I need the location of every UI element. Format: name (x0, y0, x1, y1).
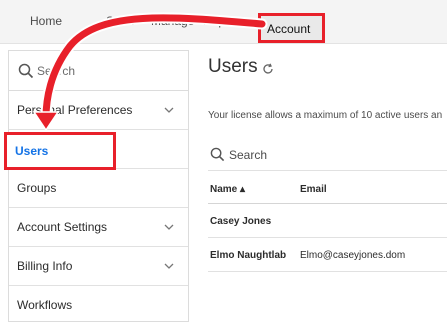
nav-reports[interactable]: Reports (203, 14, 245, 28)
column-header-name[interactable]: Name ▴ (210, 184, 245, 195)
sidebar-item-label: Personal Preferences (17, 103, 133, 117)
sidebar-item-users[interactable]: Users (4, 132, 116, 170)
refresh-icon[interactable] (262, 63, 274, 75)
license-notice: Your license allows a maximum of 10 acti… (208, 110, 443, 121)
nav-account[interactable]: Account (258, 13, 325, 43)
page-title: Users (208, 56, 258, 77)
users-search-label: Search (229, 148, 268, 162)
sidebar-item-label: Groups (17, 181, 57, 195)
nav-manage[interactable]: Manage (151, 14, 194, 28)
sidebar-item-groups[interactable]: Groups (9, 169, 188, 208)
sidebar-item-workflows[interactable]: Workflows (9, 286, 188, 322)
search-icon (18, 63, 34, 79)
chevron-down-icon (164, 107, 174, 113)
sidebar-search-label: Search (37, 64, 76, 78)
nav-send[interactable]: Send (106, 14, 134, 28)
user-name: Elmo Naughtlab (210, 250, 287, 261)
top-navigation: Home Send Manage Reports (0, 0, 447, 44)
search-icon (210, 147, 225, 162)
table-header: Name ▴ Email (208, 173, 447, 204)
user-name: Casey Jones (210, 216, 272, 227)
sidebar-item-personal-preferences[interactable]: Personal Preferences (9, 91, 188, 130)
sidebar-item-label: Billing Info (17, 259, 73, 273)
chevron-down-icon (164, 263, 174, 269)
sidebar-item-account-settings[interactable]: Account Settings (9, 208, 188, 247)
sidebar-search[interactable]: Search (9, 51, 188, 91)
users-search[interactable]: Search (208, 141, 447, 171)
nav-home[interactable]: Home (30, 14, 62, 28)
sidebar-item-billing-info[interactable]: Billing Info (9, 247, 188, 286)
nav-account-label: Account (267, 22, 311, 36)
table-row[interactable]: Casey Jones (208, 204, 447, 238)
sidebar-item-label: Workflows (17, 298, 73, 312)
sidebar: Search Personal Preferences Groups Accou… (8, 50, 189, 322)
chevron-down-icon (164, 224, 174, 230)
user-email: Elmo@caseyjones.dom (300, 250, 406, 261)
table-row[interactable]: Elmo Naughtlab Elmo@caseyjones.dom (208, 238, 447, 272)
column-header-email[interactable]: Email (300, 184, 327, 195)
sidebar-item-label: Users (15, 144, 49, 158)
sidebar-item-label: Account Settings (17, 220, 108, 234)
